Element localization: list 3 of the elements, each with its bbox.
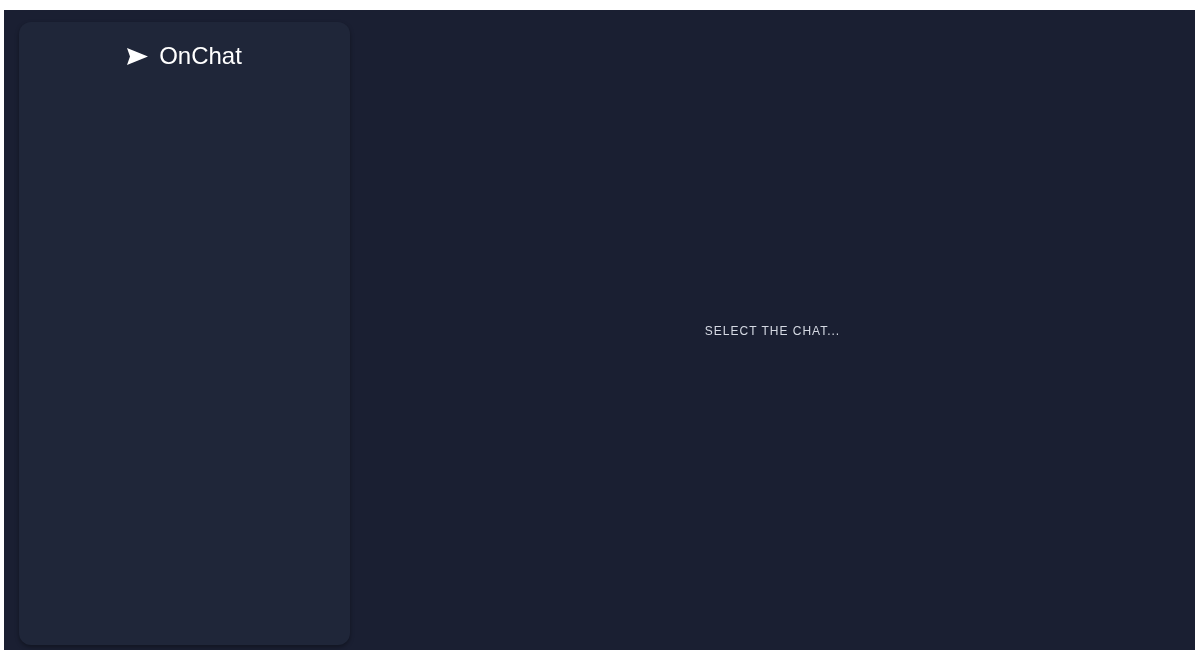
send-icon	[127, 47, 149, 65]
app-title: OnChat	[159, 42, 242, 70]
empty-state-text: SELECT THE CHAT...	[704, 323, 841, 338]
